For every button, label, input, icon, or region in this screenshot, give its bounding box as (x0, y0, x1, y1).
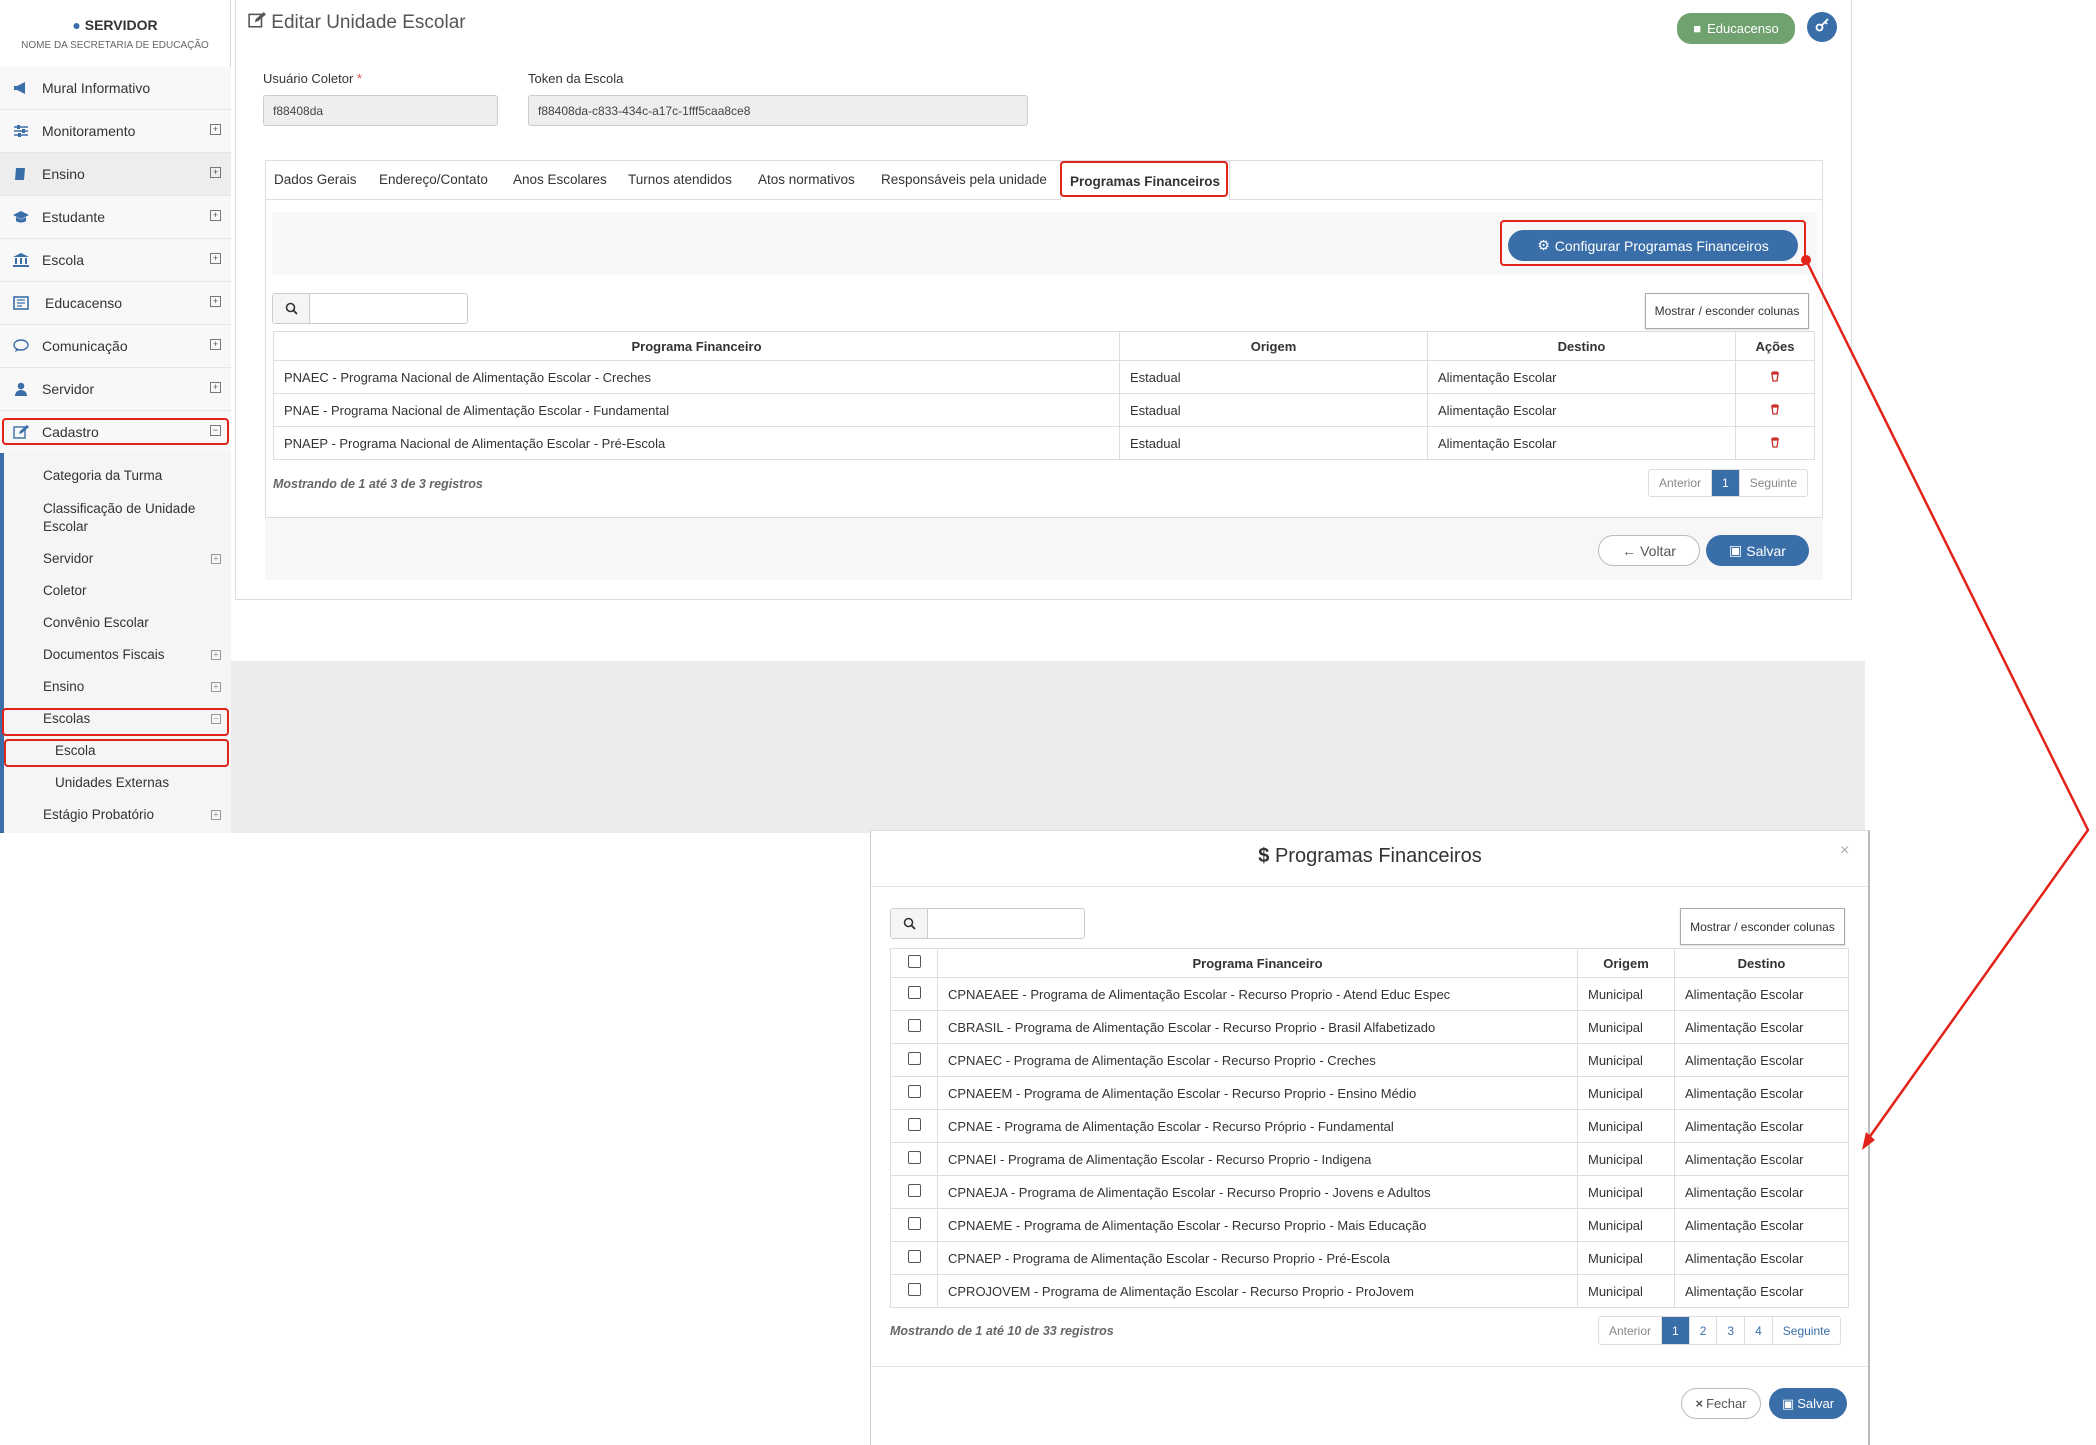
annotation-arrow (1801, 255, 2090, 1150)
